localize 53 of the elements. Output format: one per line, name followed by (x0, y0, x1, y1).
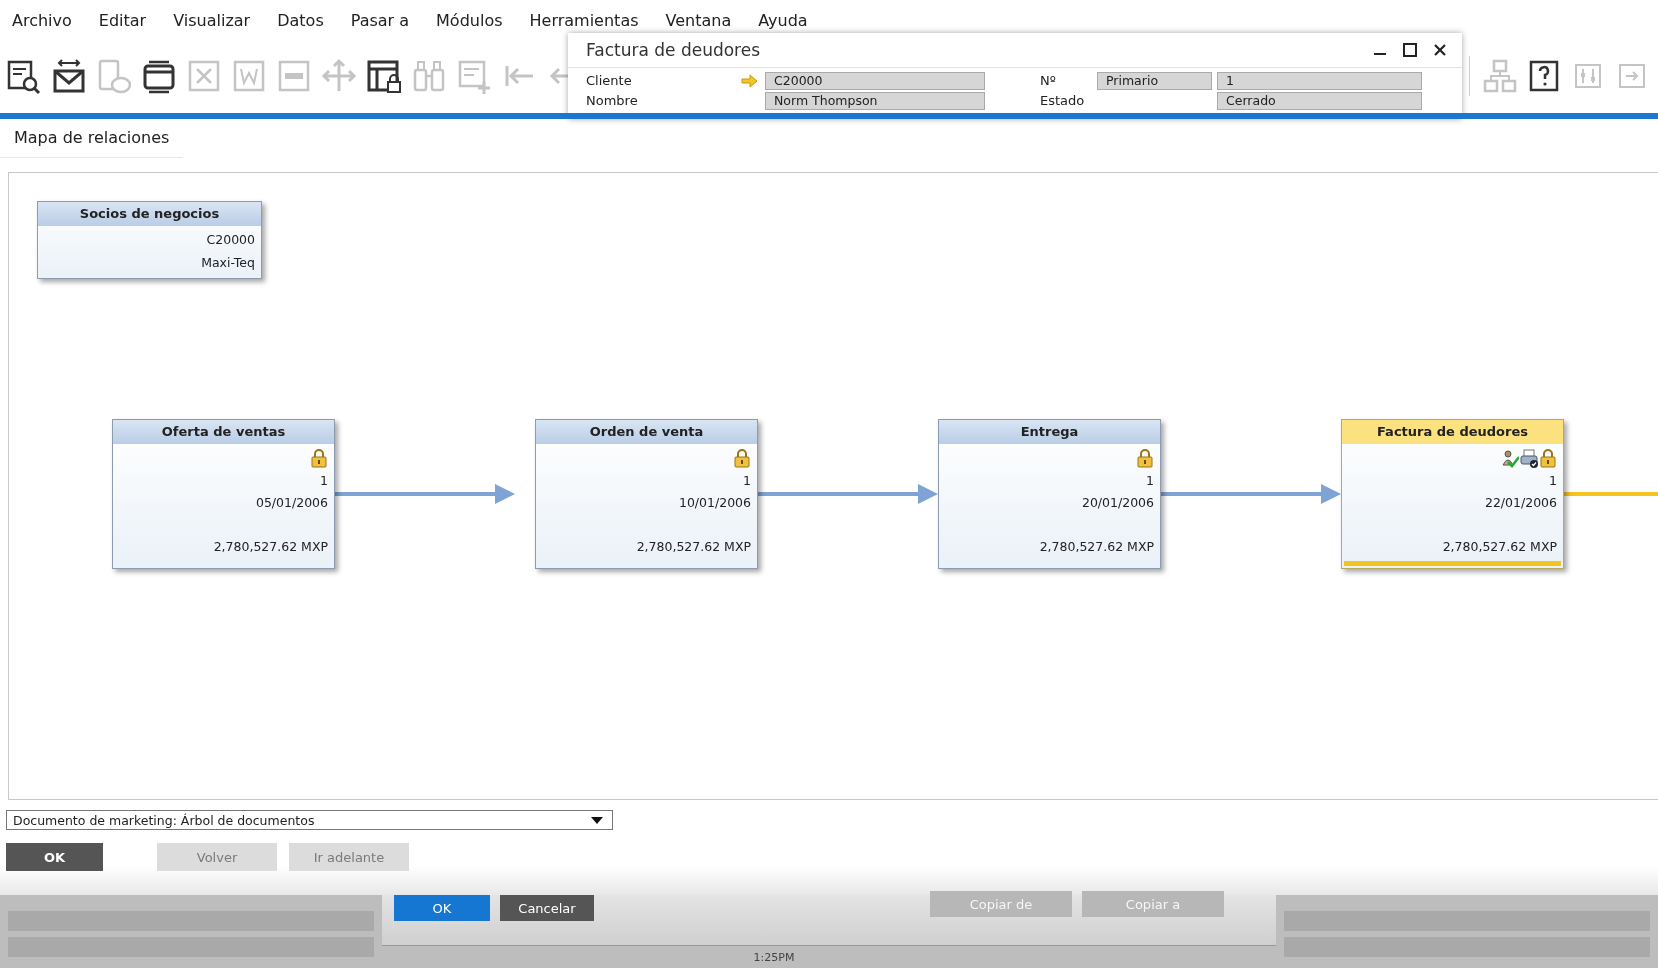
node-text: 1 (319, 472, 328, 490)
text-field[interactable]: Cerrado (1217, 91, 1422, 110)
link-arrow-icon[interactable] (741, 73, 758, 88)
dropdown-caret-icon[interactable] (590, 815, 604, 825)
text-field[interactable]: 1 (1217, 71, 1422, 90)
node-text: Maxi-Teq (200, 254, 255, 272)
field-label: Estado (1040, 93, 1086, 108)
maximize-icon[interactable] (1402, 42, 1418, 58)
node-text: 2,780,527.62 MXP (212, 538, 328, 556)
document-node[interactable]: Orden de venta 1 10/01/2006 2,780,527.62 MXP (535, 419, 758, 569)
text-field[interactable]: Norm Thompson (765, 91, 985, 110)
map-node[interactable]: Socios de negocios C20000 Maxi-Teq (37, 201, 262, 279)
node-header: Oferta de ventas (113, 420, 334, 444)
node-text: 2,780,527.62 MXP (1038, 538, 1154, 556)
field-label: Nombre (586, 93, 639, 108)
view-dropdown[interactable]: Documento de marketing: Árbol de documentos (6, 810, 613, 830)
menu-item[interactable]: Módulos (436, 11, 503, 30)
menu-item[interactable]: Visualizar (173, 11, 251, 30)
document-node[interactable]: Entrega 1 20/01/2006 2,780,527.62 MXP (938, 419, 1161, 569)
node-text: 20/01/2006 (1080, 494, 1154, 512)
menu-item[interactable]: Archivo (12, 11, 72, 30)
node-header: Factura de deudores (1342, 420, 1563, 444)
node-header: Entrega (939, 420, 1160, 444)
field-label: Cliente (586, 73, 633, 88)
text-field[interactable]: C20000 (765, 71, 985, 90)
node-text: 10/01/2006 (677, 494, 751, 512)
close-icon[interactable] (1432, 42, 1448, 58)
button[interactable]: OK (394, 895, 490, 921)
node-text: 1 (1145, 472, 1154, 490)
series-field[interactable]: Primario (1097, 71, 1212, 90)
node-header: Orden de venta (536, 420, 757, 444)
node-text: 2,780,527.62 MXP (1441, 538, 1557, 556)
button[interactable]: OK (6, 843, 103, 871)
node-text: C20000 (205, 231, 255, 249)
node-text: 05/01/2006 (254, 494, 328, 512)
menu-item[interactable]: Datos (277, 11, 324, 30)
menu-item[interactable]: Ventana (665, 11, 732, 30)
menu-item[interactable]: Herramientas (529, 11, 639, 30)
menu-item[interactable]: Editar (98, 11, 147, 30)
menu-item[interactable]: Ayuda (758, 11, 808, 30)
field-label: Nº (1040, 73, 1057, 88)
document-node[interactable]: Factura de deudores 1 22/01/2006 2,780,527.62 MXP (1341, 419, 1564, 569)
clock-time: 1:25PM (753, 950, 795, 964)
node-text: 22/01/2006 (1483, 494, 1557, 512)
node-text: 1 (1548, 472, 1557, 490)
node-text: 1 (742, 472, 751, 490)
document-node[interactable]: Oferta de ventas 1 05/01/2006 2,780,527.62 MXP (112, 419, 335, 569)
dialog-title: Factura de deudores (586, 40, 761, 60)
node-header: Socios de negocios (38, 202, 261, 226)
menu-item[interactable]: Pasar a (350, 11, 410, 30)
button[interactable]: Cancelar (500, 895, 594, 921)
panel-title: Mapa de relaciones (0, 119, 184, 158)
node-text: 2,780,527.62 MXP (635, 538, 751, 556)
